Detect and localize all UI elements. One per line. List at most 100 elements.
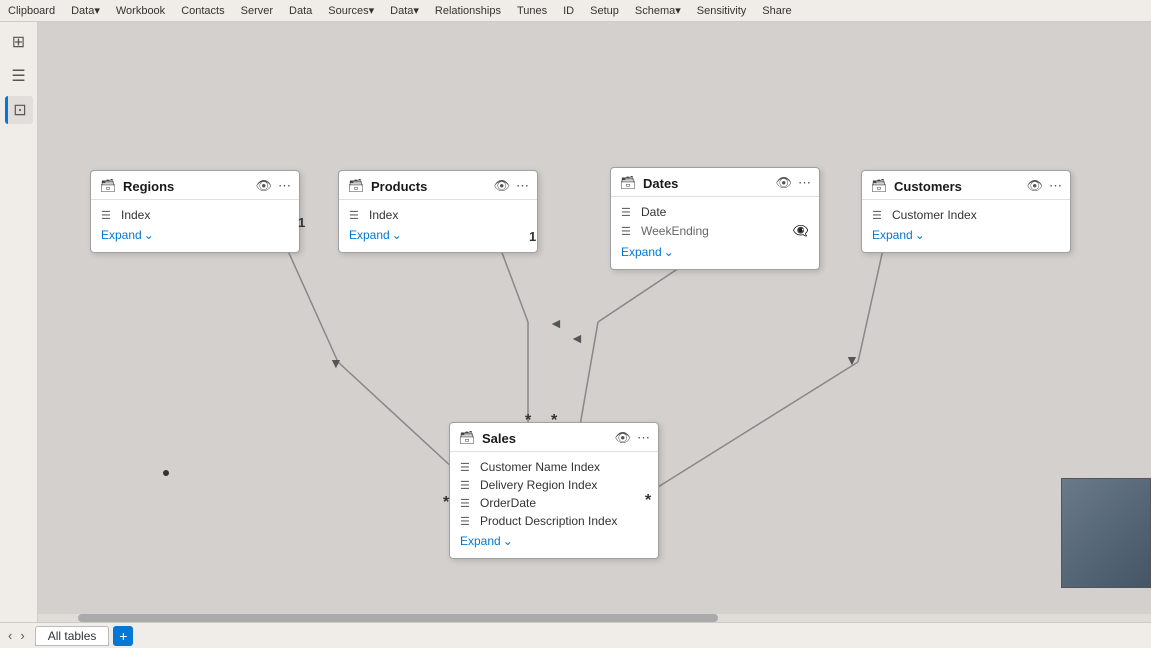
customers-title: Customers [894,179,1020,194]
regions-field-index: ☰ Index [101,206,289,224]
rel-label-products-1: 1 [529,229,536,244]
sales-product-desc-label: Product Description Index [480,514,617,528]
toolbar-clipboard[interactable]: Clipboard [8,5,55,17]
customers-expand[interactable]: Expand ⌄ [872,224,1060,248]
all-tables-label: All tables [48,629,97,643]
products-index-icon: ☰ [349,209,363,222]
regions-index-label: Index [121,208,150,222]
toolbar-data2[interactable]: Data [289,5,312,17]
toolbar-relationships[interactable]: Relationships [435,5,501,17]
dates-card: 🗃 Dates 👁 ⋯ ☰ Date ☰ WeekEnding 👁‍🗨 Expa… [610,167,820,270]
customers-table-icon: 🗃 [870,177,888,195]
sales-delivery-region-label: Delivery Region Index [480,478,597,492]
sales-field-product-desc: ☰ Product Description Index [460,512,648,530]
rel-star-sales-right: * [645,492,651,510]
products-card: 🗃 Products 👁 ⋯ ☰ Index Expand ⌄ [338,170,538,253]
sales-more-icon[interactable]: ⋯ [637,430,650,446]
dates-eye-icon[interactable]: 👁 [775,175,792,191]
sales-field-orderdate: ☰ OrderDate [460,494,648,512]
customers-more-icon[interactable]: ⋯ [1049,178,1062,194]
dates-more-icon[interactable]: ⋯ [798,175,811,191]
rel-arrow-products2: ◄ [570,330,584,346]
products-title: Products [371,179,487,194]
sales-card: 🗃 Sales 👁 ⋯ ☰ Customer Name Index ☰ Deli… [449,422,659,559]
sidebar-model-icon[interactable]: ⊡ [5,96,33,124]
rel-arrow-regions: ▼ [329,355,343,371]
toolbar-share[interactable]: Share [762,5,791,17]
toolbar-setup[interactable]: Setup [590,5,619,17]
sales-orderdate-icon: ☰ [460,497,474,510]
cursor [163,470,169,476]
toolbar-sources[interactable]: Sources▾ [328,4,374,17]
customers-index-icon: ☰ [872,209,886,222]
toolbar: Clipboard Data▾ Workbook Contacts Server… [0,0,1151,22]
dates-expand[interactable]: Expand ⌄ [621,241,809,265]
collapse-left-icon[interactable]: ‹ [8,628,12,643]
dates-title: Dates [643,176,769,191]
toolbar-tunes[interactable]: Tunes [517,5,547,17]
sales-orderdate-label: OrderDate [480,496,536,510]
sales-delivery-region-icon: ☰ [460,479,474,492]
toolbar-contacts[interactable]: Contacts [181,5,224,17]
customers-eye-icon[interactable]: 👁 [1026,178,1043,194]
sales-expand[interactable]: Expand ⌄ [460,530,648,554]
toolbar-sensitivity[interactable]: Sensitivity [697,5,747,17]
add-tab-button[interactable]: + [113,626,133,646]
canvas: 🗃 Regions 👁 ⋯ ☰ Index Expand ⌄ 1 ▼ 🗃 Pro… [38,22,1151,622]
sales-customer-name-label: Customer Name Index [480,460,600,474]
sidebar-table-icon[interactable]: ☰ [5,62,33,90]
horizontal-scroll-thumb[interactable] [78,614,718,622]
camera-feed [1062,479,1150,587]
products-field-index: ☰ Index [349,206,527,224]
add-tab-icon: + [119,628,127,644]
regions-actions: 👁 ⋯ [255,178,291,194]
dates-date-icon: ☰ [621,206,635,219]
toolbar-schema[interactable]: Schema▾ [635,4,681,17]
products-expand[interactable]: Expand ⌄ [349,224,527,248]
toolbar-data3[interactable]: Data▾ [390,4,419,17]
sales-body: ☰ Customer Name Index ☰ Delivery Region … [450,452,658,558]
dates-actions: 👁 ⋯ [775,175,811,191]
regions-card: 🗃 Regions 👁 ⋯ ☰ Index Expand ⌄ [90,170,300,253]
products-actions: 👁 ⋯ [493,178,529,194]
customers-index-label: Customer Index [892,208,977,222]
toolbar-id[interactable]: ID [563,5,574,17]
dates-field-date: ☰ Date [621,203,809,221]
regions-table-icon: 🗃 [99,177,117,195]
dates-weekending-icon: ☰ [621,225,635,238]
sales-table-icon: 🗃 [458,429,476,447]
regions-more-icon[interactable]: ⋯ [278,178,291,194]
toolbar-workbook[interactable]: Workbook [116,5,165,17]
regions-expand[interactable]: Expand ⌄ [101,224,289,248]
regions-body: ☰ Index Expand ⌄ [91,200,299,252]
regions-eye-icon[interactable]: 👁 [255,178,272,194]
rel-star-sales-left: * [443,494,449,512]
sales-actions: 👁 ⋯ [614,430,650,446]
regions-title: Regions [123,179,249,194]
toolbar-server[interactable]: Server [241,5,273,17]
sales-field-delivery-region: ☰ Delivery Region Index [460,476,648,494]
dates-weekending-label: WeekEnding [641,224,709,238]
collapse-right-icon[interactable]: › [20,628,24,643]
sales-product-desc-icon: ☰ [460,515,474,528]
all-tables-tab[interactable]: All tables [35,626,110,646]
products-more-icon[interactable]: ⋯ [516,178,529,194]
sales-customer-name-icon: ☰ [460,461,474,474]
rel-label-regions-1: 1 [298,215,305,230]
left-sidebar: ⊞ ☰ ⊡ [0,22,38,622]
products-table-icon: 🗃 [347,177,365,195]
regions-index-icon: ☰ [101,209,115,222]
sidebar-report-icon[interactable]: ⊞ [5,28,33,56]
toolbar-data[interactable]: Data▾ [71,4,100,17]
customers-field-index: ☰ Customer Index [872,206,1060,224]
sales-eye-icon[interactable]: 👁 [614,430,631,446]
rel-arrow-customers: ▼ [845,352,859,368]
horizontal-scrollbar[interactable] [38,614,1151,622]
sales-field-customer-name: ☰ Customer Name Index [460,458,648,476]
products-index-label: Index [369,208,398,222]
customers-actions: 👁 ⋯ [1026,178,1062,194]
products-header: 🗃 Products 👁 ⋯ [339,171,537,200]
products-eye-icon[interactable]: 👁 [493,178,510,194]
regions-header: 🗃 Regions 👁 ⋯ [91,171,299,200]
customers-header: 🗃 Customers 👁 ⋯ [862,171,1070,200]
